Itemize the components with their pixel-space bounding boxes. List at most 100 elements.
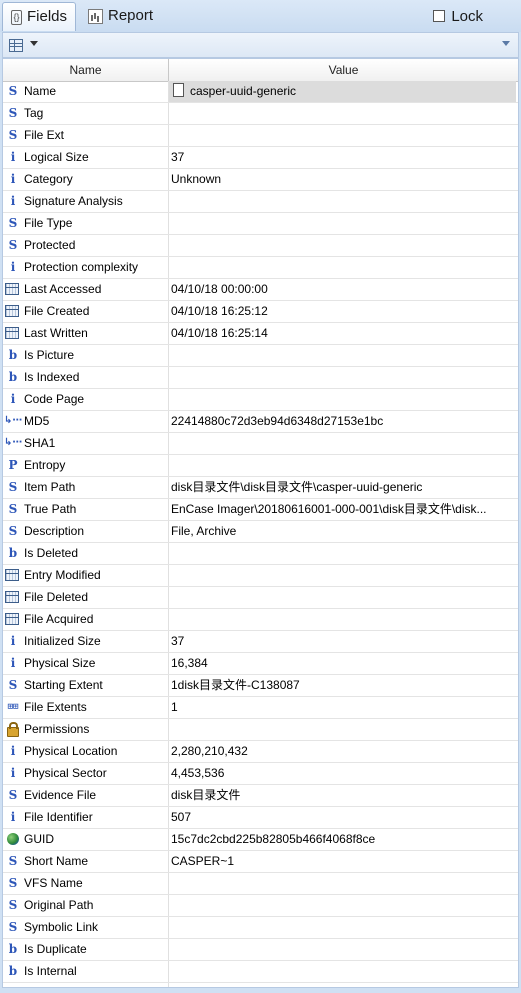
value-cell[interactable] bbox=[169, 257, 516, 278]
view-dropdown-icon[interactable] bbox=[30, 41, 38, 46]
table-row[interactable]: S Item Path disk目录文件\disk目录文件\casper-uuid-… bbox=[3, 477, 518, 499]
value-cell[interactable] bbox=[169, 983, 516, 987]
table-row[interactable]: i Initialized Size 37 bbox=[3, 631, 518, 653]
table-row[interactable]: S Original Path bbox=[3, 895, 518, 917]
table-row[interactable]: S Tag bbox=[3, 103, 518, 125]
value-cell[interactable]: 04/10/18 16:25:12 bbox=[169, 301, 516, 322]
table-row[interactable]: P Entropy bbox=[3, 455, 518, 477]
value-cell[interactable] bbox=[169, 587, 516, 608]
table-row[interactable]: b Is Picture bbox=[3, 345, 518, 367]
value-cell[interactable] bbox=[169, 125, 516, 146]
name-cell: b Is Indexed bbox=[3, 367, 169, 388]
table-row[interactable]: S VFS Name bbox=[3, 873, 518, 895]
table-row[interactable]: File Acquired bbox=[3, 609, 518, 631]
value-cell[interactable]: 1 bbox=[169, 697, 516, 718]
value-cell[interactable] bbox=[169, 367, 516, 388]
tab-report[interactable]: Report bbox=[80, 2, 161, 30]
value-cell[interactable]: 4,453,536 bbox=[169, 763, 516, 784]
field-name: File Deleted bbox=[24, 590, 89, 604]
toolbar-overflow-dropdown-icon[interactable] bbox=[502, 41, 510, 46]
table-row[interactable]: b Is Deleted bbox=[3, 543, 518, 565]
value-cell[interactable] bbox=[169, 939, 516, 960]
table-row[interactable]: i Category Unknown bbox=[3, 169, 518, 191]
table-row[interactable]: S Symbolic Link bbox=[3, 917, 518, 939]
value-cell[interactable] bbox=[169, 719, 516, 740]
value-cell[interactable]: File, Archive bbox=[169, 521, 516, 542]
table-row[interactable]: i Physical Location 2,280,210,432 bbox=[3, 741, 518, 763]
value-cell[interactable]: EnCase Imager\20180616001-000-001\disk目录… bbox=[169, 499, 516, 520]
tab-fields[interactable]: {} Fields bbox=[2, 2, 77, 31]
table-row[interactable]: i File Identifier 507 bbox=[3, 807, 518, 829]
table-row[interactable]: i Logical Size 37 bbox=[3, 147, 518, 169]
table-row[interactable]: S Description File, Archive bbox=[3, 521, 518, 543]
table-row[interactable]: b Is Indexed bbox=[3, 367, 518, 389]
table-row[interactable]: b Is Overwritten bbox=[3, 983, 518, 987]
field-name: File Identifier bbox=[24, 810, 93, 824]
table-row[interactable]: ↳⋯ MD5 22414880c72d3eb94d6348d27153e1bc bbox=[3, 411, 518, 433]
table-row[interactable]: File Deleted bbox=[3, 587, 518, 609]
table-row[interactable]: i Protection complexity bbox=[3, 257, 518, 279]
value-cell[interactable] bbox=[169, 565, 516, 586]
value-cell[interactable] bbox=[169, 609, 516, 630]
value-cell[interactable] bbox=[169, 191, 516, 212]
boolean-type-icon: b bbox=[8, 370, 18, 384]
value-cell[interactable] bbox=[169, 961, 516, 982]
value-cell[interactable]: 37 bbox=[169, 147, 516, 168]
value-cell[interactable] bbox=[169, 389, 516, 410]
table-row[interactable]: S File Ext bbox=[3, 125, 518, 147]
table-row[interactable]: S True Path EnCase Imager\20180616001-000-… bbox=[3, 499, 518, 521]
value-cell[interactable]: casper-uuid-generic bbox=[169, 81, 516, 102]
table-row[interactable]: i Physical Size 16,384 bbox=[3, 653, 518, 675]
value-cell[interactable]: 2,280,210,432 bbox=[169, 741, 516, 762]
table-row[interactable]: Last Written 04/10/18 16:25:14 bbox=[3, 323, 518, 345]
value-cell[interactable]: 507 bbox=[169, 807, 516, 828]
table-row[interactable]: i Code Page bbox=[3, 389, 518, 411]
lock-checkbox[interactable] bbox=[433, 10, 446, 22]
value-cell[interactable]: 15c7dc2cbd225b82805b466f4068f8ce bbox=[169, 829, 516, 850]
table-row[interactable]: Last Accessed 04/10/18 00:00:00 bbox=[3, 279, 518, 301]
table-row[interactable]: i Physical Sector 4,453,536 bbox=[3, 763, 518, 785]
table-view-icon[interactable] bbox=[9, 39, 23, 52]
string-type-icon: S bbox=[8, 480, 18, 494]
table-row[interactable]: b Is Duplicate bbox=[3, 939, 518, 961]
value-cell[interactable] bbox=[169, 235, 516, 256]
table-row[interactable]: S Starting Extent 1disk目录文件-C138087 bbox=[3, 675, 518, 697]
value-cell[interactable]: 16,384 bbox=[169, 653, 516, 674]
table-row[interactable]: ⊞⊞ File Extents 1 bbox=[3, 697, 518, 719]
table-row[interactable]: GUID 15c7dc2cbd225b82805b466f4068f8ce bbox=[3, 829, 518, 851]
value-cell[interactable] bbox=[169, 873, 516, 894]
value-cell[interactable]: CASPER~1 bbox=[169, 851, 516, 872]
value-cell[interactable]: 1disk目录文件-C138087 bbox=[169, 675, 516, 696]
value-cell[interactable] bbox=[169, 213, 516, 234]
table-row[interactable]: S Evidence File disk目录文件 bbox=[3, 785, 518, 807]
table-row[interactable]: ↳⋯ SHA1 bbox=[3, 433, 518, 455]
value-cell[interactable] bbox=[169, 917, 516, 938]
table-row[interactable]: File Created 04/10/18 16:25:12 bbox=[3, 301, 518, 323]
column-header-value[interactable]: Value bbox=[169, 59, 518, 81]
value-cell[interactable] bbox=[169, 103, 516, 124]
column-header-name[interactable]: Name bbox=[3, 59, 169, 81]
table-row[interactable]: S Protected bbox=[3, 235, 518, 257]
value-cell[interactable]: disk目录文件 bbox=[169, 785, 516, 806]
value-cell[interactable] bbox=[169, 455, 516, 476]
value-cell[interactable] bbox=[169, 895, 516, 916]
table-row[interactable]: S Short Name CASPER~1 bbox=[3, 851, 518, 873]
field-name: Physical Location bbox=[24, 744, 118, 758]
value-cell[interactable]: 37 bbox=[169, 631, 516, 652]
value-cell[interactable]: disk目录文件\disk目录文件\casper-uuid-generic bbox=[169, 477, 516, 498]
value-cell[interactable]: 04/10/18 00:00:00 bbox=[169, 279, 516, 300]
table-row[interactable]: i Signature Analysis bbox=[3, 191, 518, 213]
value-cell[interactable] bbox=[169, 433, 516, 454]
table-row[interactable]: Permissions bbox=[3, 719, 518, 741]
name-cell: b Is Deleted bbox=[3, 543, 169, 564]
table-row[interactable]: b Is Internal bbox=[3, 961, 518, 983]
lock-toggle[interactable]: Lock bbox=[433, 2, 483, 30]
table-row[interactable]: S Name casper-uuid-generic bbox=[3, 81, 518, 103]
table-row[interactable]: Entry Modified bbox=[3, 565, 518, 587]
value-cell[interactable]: 22414880c72d3eb94d6348d27153e1bc bbox=[169, 411, 516, 432]
value-cell[interactable] bbox=[169, 543, 516, 564]
table-row[interactable]: S File Type bbox=[3, 213, 518, 235]
value-cell[interactable]: Unknown bbox=[169, 169, 516, 190]
value-cell[interactable]: 04/10/18 16:25:14 bbox=[169, 323, 516, 344]
value-cell[interactable] bbox=[169, 345, 516, 366]
